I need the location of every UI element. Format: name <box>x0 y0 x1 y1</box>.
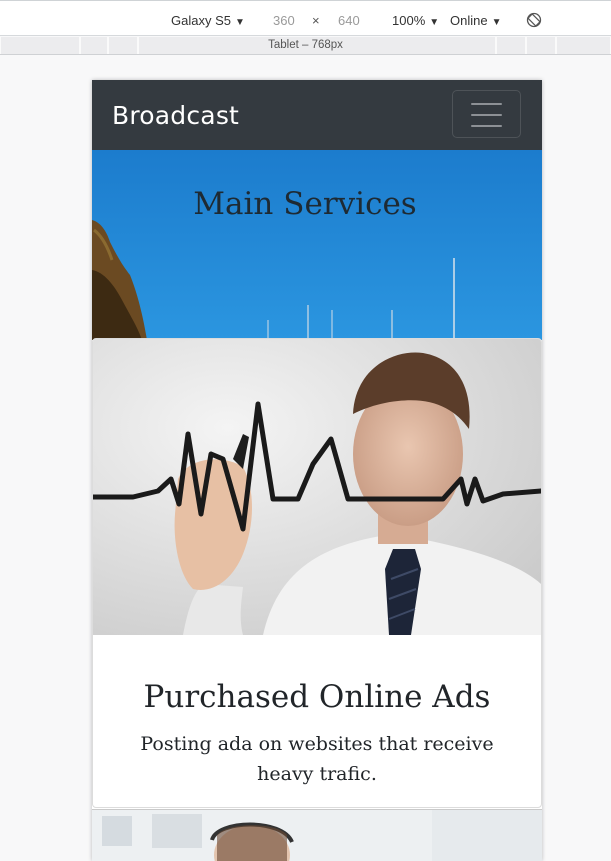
hamburger-icon-line <box>471 114 502 116</box>
dimension-separator: × <box>312 13 320 28</box>
next-card-image <box>92 810 542 861</box>
network-select-label: Online <box>450 13 488 28</box>
navbar-brand[interactable]: Broadcast <box>112 101 239 130</box>
devtools-device-toolbar: Galaxy S5 ▼ 360 × 640 100% ▼ Online ▼ <box>0 0 611 36</box>
card-image <box>93 339 541 635</box>
media-query-bar: Tablet – 768px <box>0 37 611 55</box>
service-card: Purchased Online Ads Posting ada on webs… <box>92 338 542 808</box>
zoom-select-label: 100% <box>392 13 426 28</box>
navbar: Broadcast <box>92 80 542 150</box>
media-query-label: Tablet – 768px <box>268 39 343 51</box>
caret-down-icon: ▼ <box>234 17 245 28</box>
caret-down-icon: ▼ <box>429 17 440 28</box>
height-input[interactable]: 640 <box>338 13 360 29</box>
next-service-card <box>92 809 542 861</box>
navbar-toggler-button[interactable] <box>452 90 521 138</box>
card-image-illustration <box>93 339 541 635</box>
hero-background-image <box>92 150 542 340</box>
device-viewport: Broadcast Main Services Purchased Online… <box>92 80 542 861</box>
hamburger-icon-line <box>471 125 502 127</box>
caret-down-icon: ▼ <box>491 17 502 28</box>
device-select-label: Galaxy S5 <box>171 13 231 28</box>
rotate-icon[interactable] <box>526 12 542 28</box>
card-title: Purchased Online Ads <box>143 679 491 715</box>
width-input[interactable]: 360 <box>273 13 295 29</box>
hamburger-icon <box>471 103 502 105</box>
zoom-select[interactable]: 100% ▼ <box>392 13 439 31</box>
card-text: Posting ada on websites that receive hea… <box>140 733 494 785</box>
device-select[interactable]: Galaxy S5 ▼ <box>171 13 245 31</box>
hero-title: Main Services <box>193 186 417 222</box>
network-throttle-select[interactable]: Online ▼ <box>450 13 501 31</box>
hero-section: Main Services <box>92 150 542 340</box>
